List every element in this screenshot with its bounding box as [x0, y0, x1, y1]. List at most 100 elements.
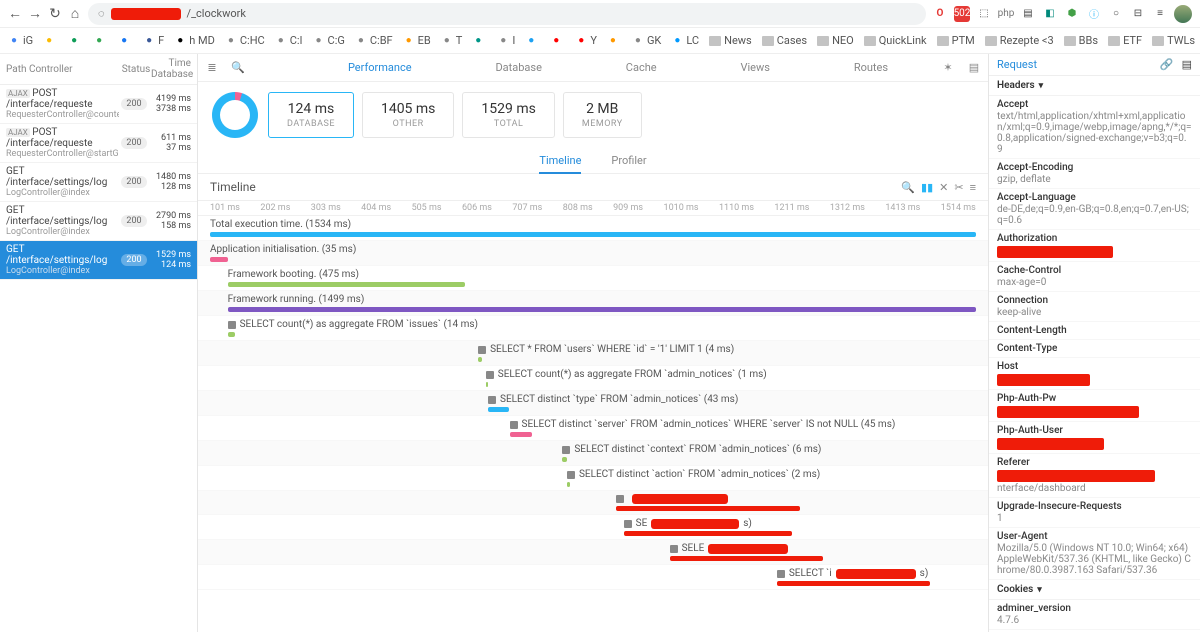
bookmark-item[interactable]: TWLs: [1152, 34, 1195, 47]
browser-toolbar: ← → ↻ ⌂ ◌ /_clockwork O 502 ⬚ php ▤ ◧ ⬢ …: [0, 0, 1200, 28]
request-row[interactable]: AJAX POST /interface/requesteRequesterCo…: [0, 124, 197, 163]
bookmark-item[interactable]: ●GK: [632, 34, 661, 47]
timeline-row: Framework running. (1499 ms): [198, 291, 988, 316]
search-icon[interactable]: 🔍: [230, 60, 246, 76]
request-row[interactable]: GET /interface/settings/logLogController…: [0, 241, 197, 280]
timeline-row: SEs): [198, 515, 988, 540]
expand-icon[interactable]: ✶: [940, 60, 956, 76]
header-row: Php-Auth-Pw: [989, 390, 1200, 422]
adblock-badge[interactable]: 502: [954, 6, 970, 22]
url-bar[interactable]: ◌ /_clockwork: [88, 3, 926, 25]
bookmark-item[interactable]: ●iG: [8, 34, 33, 47]
tab-routes[interactable]: Routes: [846, 61, 896, 74]
ext-icon-6[interactable]: ○: [1108, 6, 1124, 22]
bookmark-item[interactable]: ●h MD: [174, 34, 215, 47]
timeline-row: Total execution time. (1534 ms): [198, 216, 988, 241]
ruler-tick: 202 ms: [260, 203, 290, 213]
menu-icon[interactable]: ≡: [1152, 6, 1168, 22]
list-icon[interactable]: ≣: [204, 60, 220, 76]
timeline-body: Total execution time. (1534 ms)Applicati…: [198, 216, 988, 632]
detail-panel: Request 🔗 ▤ Headers▾ Accepttext/html,app…: [988, 54, 1200, 632]
bookmark-item[interactable]: QuickLink: [864, 34, 927, 47]
bookmark-item[interactable]: ●: [118, 35, 133, 47]
ruler-tick: 1514 ms: [941, 203, 976, 213]
home-icon[interactable]: ⌂: [68, 7, 82, 21]
tl-list-icon[interactable]: ≡: [970, 181, 976, 194]
php-ext-icon[interactable]: php: [998, 6, 1014, 22]
timeline-ruler: 101 ms202 ms303 ms404 ms505 ms606 ms707 …: [198, 201, 988, 216]
ext-icon-2[interactable]: ▤: [1020, 6, 1036, 22]
ext-icon-4[interactable]: ⬢: [1064, 6, 1080, 22]
tab-performance[interactable]: Performance: [340, 61, 420, 74]
request-list-header: Path Controller Status Time Database: [0, 54, 197, 85]
bookmark-item[interactable]: ●C:HC: [225, 34, 265, 47]
avatar[interactable]: [1174, 5, 1192, 23]
tl-bars-icon[interactable]: ▮▮: [921, 181, 933, 194]
header-row: Content-Length: [989, 322, 1200, 340]
request-row[interactable]: GET /interface/settings/logLogController…: [0, 202, 197, 241]
timeline-row: SELECT distinct `server` FROM `admin_not…: [198, 416, 988, 441]
bookmark-item[interactable]: Rezepte <3: [985, 34, 1054, 47]
ruler-tick: 505 ms: [412, 203, 442, 213]
ruler-tick: 404 ms: [361, 203, 391, 213]
search-input[interactable]: [256, 61, 296, 74]
tab-database[interactable]: Database: [487, 61, 549, 74]
request-row[interactable]: GET /interface/settings/logLogController…: [0, 163, 197, 202]
request-row[interactable]: AJAX POST /interface/requesteRequesterCo…: [0, 85, 197, 124]
bookmark-item[interactable]: NEO: [817, 34, 854, 47]
ext-icon-1[interactable]: ⬚: [976, 6, 992, 22]
tl-search-icon[interactable]: 🔍: [901, 181, 915, 194]
close-panel-icon[interactable]: ▤: [1182, 58, 1192, 71]
bookmark-item[interactable]: ●: [43, 35, 58, 47]
ext-icon-3[interactable]: ◧: [1042, 6, 1058, 22]
bookmark-item[interactable]: ETF: [1108, 34, 1142, 47]
bookmark-item[interactable]: News: [709, 34, 752, 47]
tab-views[interactable]: Views: [732, 61, 777, 74]
bookmark-item[interactable]: ●: [607, 35, 622, 47]
bookmark-item[interactable]: ●C:I: [275, 34, 303, 47]
bookmark-item[interactable]: ●: [525, 35, 540, 47]
bookmark-item[interactable]: ●C:G: [313, 34, 345, 47]
bookmark-item[interactable]: ●: [68, 35, 83, 47]
subtab-timeline[interactable]: Timeline: [539, 148, 581, 173]
bookmark-item[interactable]: ●T: [441, 34, 463, 47]
subtab-profiler[interactable]: Profiler: [611, 148, 646, 173]
tl-scissors-icon[interactable]: ✂: [954, 181, 963, 194]
panel-icon[interactable]: ▤: [966, 60, 982, 76]
bookmark-item[interactable]: ●LC: [671, 34, 699, 47]
opera-icon[interactable]: O: [932, 6, 948, 22]
link-icon[interactable]: 🔗: [1160, 58, 1174, 71]
reload-icon[interactable]: ↻: [48, 7, 62, 21]
bookmark-item[interactable]: ●: [550, 35, 565, 47]
ruler-tick: 808 ms: [563, 203, 593, 213]
back-icon[interactable]: ←: [8, 7, 22, 21]
col-time: Time Database: [151, 58, 191, 80]
bookmark-item[interactable]: PTM: [937, 34, 975, 47]
headers-label: Headers: [997, 80, 1035, 91]
bookmark-item[interactable]: ●Y: [575, 34, 597, 47]
ext-icon-7[interactable]: ⊟: [1130, 6, 1146, 22]
tab-cache[interactable]: Cache: [618, 61, 665, 74]
bookmark-item[interactable]: ●: [93, 35, 108, 47]
tl-close-icon[interactable]: ✕: [939, 181, 948, 194]
bookmark-item[interactable]: ●F: [143, 34, 164, 47]
database-icon: [562, 446, 570, 454]
bookmark-item[interactable]: Cases: [762, 34, 807, 47]
bookmark-item[interactable]: ●EB: [403, 34, 431, 47]
ext-icon-5[interactable]: ⓘ: [1086, 6, 1102, 22]
headers-section[interactable]: Headers▾: [989, 76, 1200, 96]
timeline-row: Framework booting. (475 ms): [198, 266, 988, 291]
header-row: Accepttext/html,application/xhtml+xml,ap…: [989, 96, 1200, 159]
col-path: Path Controller: [6, 64, 121, 75]
bookmark-item[interactable]: ●C:BF: [355, 34, 393, 47]
bookmark-item[interactable]: BBs: [1064, 34, 1098, 47]
database-icon: [510, 421, 518, 429]
site-info-icon[interactable]: ◌: [98, 7, 105, 20]
cookies-section[interactable]: Cookies▾: [989, 580, 1200, 600]
database-icon: [777, 570, 785, 578]
tab-request[interactable]: Request: [997, 58, 1037, 71]
timeline-row: SELECT * FROM `users` WHERE `id` = '1' L…: [198, 341, 988, 366]
forward-icon[interactable]: →: [28, 7, 42, 21]
bookmark-item[interactable]: ●I: [497, 34, 515, 47]
bookmark-item[interactable]: ●: [472, 35, 487, 47]
